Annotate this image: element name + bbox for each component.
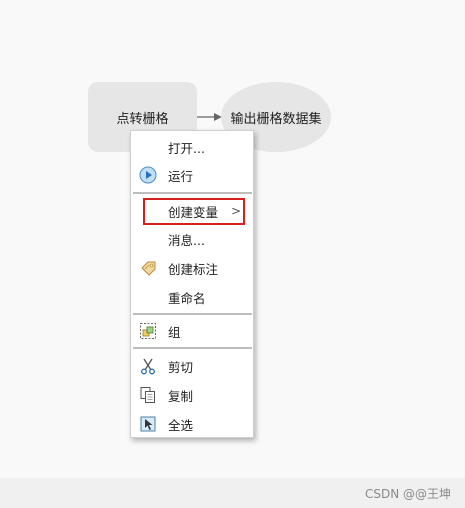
menu-separator (133, 347, 252, 349)
tag-label-icon (139, 259, 157, 277)
menu-item-label: 创建标注 (168, 261, 219, 277)
menu-separator (133, 192, 252, 194)
menu-item-label: 打开... (168, 140, 205, 156)
select-all-icon (139, 415, 157, 433)
copy-icon (139, 386, 157, 404)
tool-node-label: 点转栅格 (116, 111, 169, 127)
connector-arrow-icon (197, 113, 222, 121)
menu-separator (133, 313, 252, 315)
highlight-annotation-box (143, 198, 245, 225)
run-icon (139, 166, 157, 184)
context-menu: 打开... 运行 创建变量 > 消息... 创建标注 重命名 组 剪切 复制 全… (130, 130, 254, 438)
menu-item-rename[interactable]: 重命名 (131, 284, 253, 310)
menu-item-run[interactable]: 运行 (131, 162, 253, 188)
menu-item-group[interactable]: 组 (131, 318, 253, 344)
watermark: CSDN @@王坤 (364, 487, 451, 501)
menu-item-copy[interactable]: 复制 (131, 382, 253, 408)
menu-item-label: 剪切 (168, 359, 194, 375)
output-node-label: 输出栅格数据集 (230, 111, 322, 127)
menu-item-create-label[interactable]: 创建标注 (131, 255, 253, 281)
scissors-icon (139, 357, 157, 375)
menu-item-label: 消息... (168, 232, 205, 248)
menu-item-open[interactable]: 打开... (131, 134, 253, 160)
menu-item-label: 运行 (168, 168, 194, 184)
menu-item-label: 全选 (168, 417, 194, 433)
menu-item-label: 组 (168, 324, 181, 340)
menu-item-label: 重命名 (168, 290, 206, 306)
menu-item-messages[interactable]: 消息... (131, 226, 253, 252)
group-icon (139, 322, 157, 340)
menu-item-cut[interactable]: 剪切 (131, 353, 253, 379)
menu-item-select-all[interactable]: 全选 (131, 411, 253, 437)
menu-item-label: 复制 (168, 388, 194, 404)
